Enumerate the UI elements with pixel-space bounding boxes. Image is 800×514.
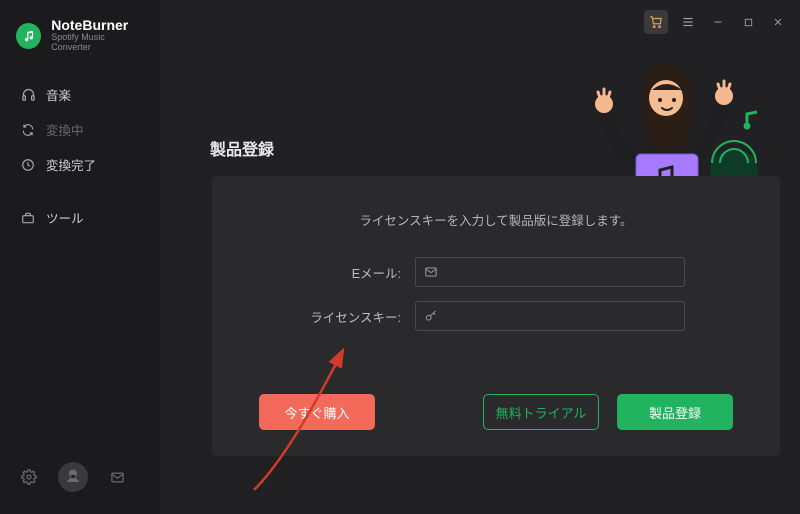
email-field[interactable] bbox=[415, 257, 685, 287]
brand-text: NoteBurner Spotify Music Converter bbox=[51, 18, 144, 53]
sidebar-item-converting[interactable]: 変換中 bbox=[0, 112, 160, 147]
card-buttons: 今すぐ購入 無料トライアル 製品登録 bbox=[252, 376, 740, 430]
app-window: NoteBurner Spotify Music Converter 音楽 変換… bbox=[0, 0, 800, 514]
page-title: 製品登録 bbox=[210, 136, 274, 160]
email-label: Eメール: bbox=[307, 263, 401, 282]
settings-button[interactable] bbox=[18, 466, 40, 488]
close-button[interactable] bbox=[768, 12, 788, 32]
email-row: Eメール: bbox=[252, 257, 740, 287]
register-button[interactable]: 製品登録 bbox=[617, 394, 733, 430]
license-field[interactable] bbox=[415, 301, 685, 331]
toolbox-icon bbox=[20, 210, 36, 226]
mail-icon bbox=[424, 265, 438, 279]
illustration bbox=[564, 46, 764, 196]
clock-icon bbox=[20, 157, 36, 173]
maximize-button[interactable] bbox=[738, 12, 758, 32]
cart-button[interactable] bbox=[644, 10, 668, 34]
headphones-icon bbox=[20, 87, 36, 103]
avatar[interactable] bbox=[58, 462, 88, 492]
license-input[interactable] bbox=[446, 309, 676, 323]
sidebar: NoteBurner Spotify Music Converter 音楽 変換… bbox=[0, 0, 160, 514]
main-panel: 製品登録 bbox=[160, 0, 800, 514]
nav: 音楽 変換中 変換完了 ツール bbox=[0, 71, 160, 235]
register-card: ライセンスキーを入力して製品版に登録します。 Eメール: ライセンスキー: bbox=[212, 176, 780, 456]
refresh-icon bbox=[20, 122, 36, 138]
app-logo-icon bbox=[16, 23, 41, 49]
buy-button[interactable]: 今すぐ購入 bbox=[259, 394, 375, 430]
license-row: ライセンスキー: bbox=[252, 301, 740, 331]
window-controls bbox=[644, 10, 788, 34]
sidebar-item-label: 音楽 bbox=[46, 85, 71, 104]
license-label: ライセンスキー: bbox=[307, 307, 401, 326]
sidebar-item-converted[interactable]: 変換完了 bbox=[0, 147, 160, 182]
email-input[interactable] bbox=[446, 265, 676, 279]
trial-button[interactable]: 無料トライアル bbox=[483, 394, 599, 430]
sidebar-item-label: ツール bbox=[46, 208, 84, 227]
sidebar-item-label: 変換完了 bbox=[46, 155, 96, 174]
sidebar-item-label: 変換中 bbox=[46, 120, 84, 139]
sidebar-bottom bbox=[0, 452, 160, 502]
minimize-button[interactable] bbox=[708, 12, 728, 32]
card-description: ライセンスキーを入力して製品版に登録します。 bbox=[252, 210, 740, 229]
brand-name: NoteBurner bbox=[51, 18, 144, 33]
sidebar-item-music[interactable]: 音楽 bbox=[0, 77, 160, 112]
sidebar-item-tools[interactable]: ツール bbox=[0, 200, 160, 235]
feedback-button[interactable] bbox=[106, 466, 128, 488]
brand: NoteBurner Spotify Music Converter bbox=[0, 18, 160, 71]
brand-sub: Spotify Music Converter bbox=[51, 33, 144, 53]
key-icon bbox=[424, 309, 438, 323]
register-form: Eメール: ライセンスキー: bbox=[252, 257, 740, 331]
menu-button[interactable] bbox=[678, 12, 698, 32]
